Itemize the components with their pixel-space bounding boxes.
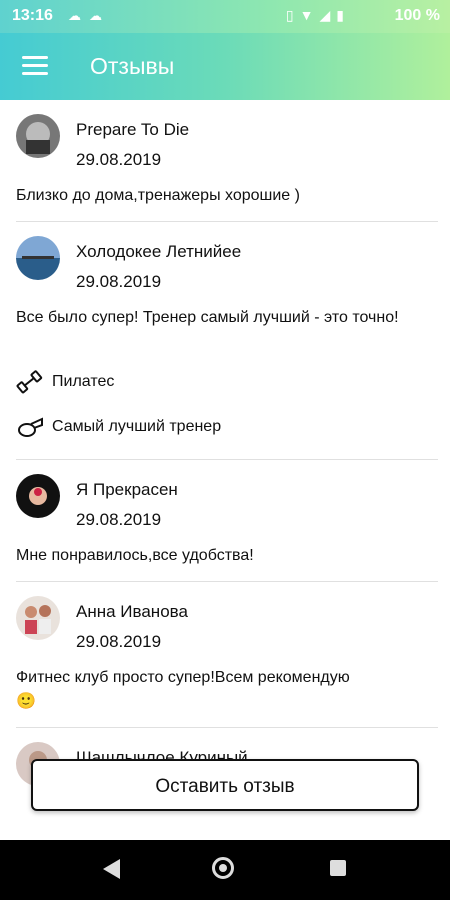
- hamburger-icon[interactable]: [22, 56, 48, 76]
- avatar: [16, 474, 60, 518]
- tag-label: Самый лучший тренер: [52, 418, 222, 435]
- review-date: 29.08.2019: [76, 510, 162, 529]
- whistle-icon: [16, 415, 44, 439]
- divider: [16, 459, 438, 460]
- leave-review-button[interactable]: Оставить отзыв: [31, 759, 419, 811]
- review-tag-pilates: Пилатес: [16, 370, 114, 396]
- review-author: Prepare To Die: [76, 120, 190, 139]
- tag-label: Пилатес: [52, 373, 115, 390]
- review-date: 29.08.2019: [76, 632, 162, 651]
- divider: [16, 221, 438, 222]
- reviews-list[interactable]: Prepare To Die 29.08.2019 Близко до дома…: [0, 100, 450, 840]
- avatar: [16, 114, 60, 158]
- vibrate-icon: ▯: [285, 7, 300, 23]
- review-text: Фитнес клуб просто супер!Всем рекомендую…: [16, 666, 436, 714]
- status-time: 13:16: [12, 7, 53, 24]
- back-icon[interactable]: [100, 857, 122, 881]
- battery-icon: ▮: [336, 7, 350, 23]
- review-text: Мне понравилось,все удобства!: [16, 547, 254, 564]
- weather-icon: ☁☁: [68, 8, 110, 23]
- dumbbell-icon: [16, 370, 44, 394]
- home-icon[interactable]: [212, 857, 234, 879]
- avatar: [16, 596, 60, 640]
- review-tag-best-trainer: Самый лучший тренер: [16, 415, 221, 441]
- review-author: Анна Иванова: [76, 602, 188, 621]
- smile-emoji: 🙂: [16, 693, 36, 710]
- review-text: Все было супер! Тренер самый лучший - эт…: [16, 309, 399, 326]
- battery-level: 100 %: [394, 7, 440, 24]
- recent-apps-icon[interactable]: [330, 860, 346, 876]
- signal-icon: ◢: [319, 7, 337, 23]
- app-bar: Отзывы: [0, 33, 450, 100]
- system-nav-bar: [0, 840, 450, 900]
- review-text: Близко до дома,тренажеры хорошие ): [16, 187, 300, 204]
- avatar: [16, 236, 60, 280]
- signal-icons: ▯▼◢▮: [286, 7, 350, 24]
- wifi-icon: ▼: [299, 7, 320, 23]
- divider: [16, 727, 438, 728]
- review-author: Холодокее Летнийее: [76, 242, 242, 261]
- status-bar: 13:16 ☁☁ ▯▼◢▮ 100 %: [0, 0, 450, 33]
- review-date: 29.08.2019: [76, 150, 162, 169]
- review-date: 29.08.2019: [76, 272, 162, 291]
- review-text-body: Фитнес клуб просто супер!Всем рекомендую: [16, 669, 350, 686]
- review-author: Я Прекрасен: [76, 480, 178, 499]
- divider: [16, 581, 438, 582]
- page-title: Отзывы: [90, 53, 175, 79]
